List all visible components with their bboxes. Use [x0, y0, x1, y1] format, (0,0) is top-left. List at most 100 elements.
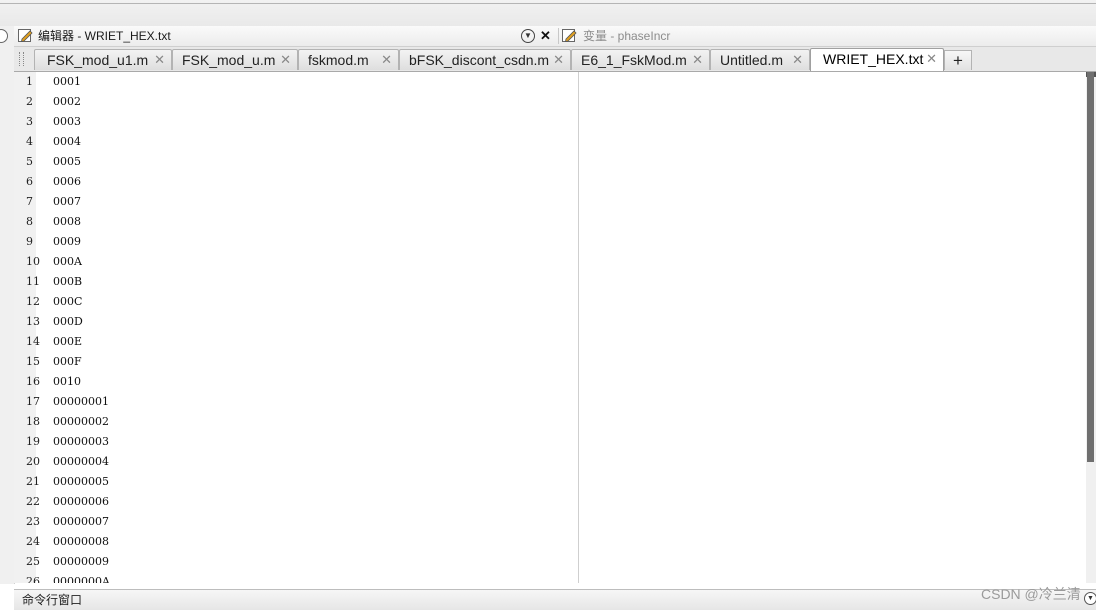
- line-text: 0006: [53, 175, 81, 188]
- code-line[interactable]: 19 00000003: [14, 432, 574, 452]
- line-text: 0008: [53, 215, 81, 228]
- tab-fsk-mod-u1[interactable]: FSK_mod_u1.m ✕: [34, 49, 172, 70]
- tab-close-icon[interactable]: ✕: [926, 49, 937, 69]
- code-line[interactable]: 21 00000005: [14, 472, 574, 492]
- code-line[interactable]: 6 0006: [14, 172, 574, 192]
- tab-label: bFSK_discont_csdn.m: [409, 52, 550, 68]
- line-number: 5: [26, 155, 33, 168]
- code-line[interactable]: 9 0009: [14, 232, 574, 252]
- code-line[interactable]: 24 00000008: [14, 532, 574, 552]
- code-line[interactable]: 14 000E: [14, 332, 574, 352]
- line-text: 0002: [53, 95, 81, 108]
- code-line[interactable]: 20 00000004: [14, 452, 574, 472]
- line-number: 15: [26, 355, 40, 368]
- line-text: 00000005: [53, 475, 109, 488]
- line-text: 00000006: [53, 495, 109, 508]
- line-number: 12: [26, 295, 40, 308]
- close-icon[interactable]: ✕: [540, 26, 551, 46]
- line-number: 6: [26, 175, 33, 188]
- code-line[interactable]: 15 000F: [14, 352, 574, 372]
- code-line[interactable]: 1 0001: [14, 72, 574, 92]
- tab-bfsk-discont-csdn[interactable]: bFSK_discont_csdn.m ✕: [399, 49, 571, 70]
- tab-label: WRIET_HEX.txt: [823, 51, 924, 67]
- tab-close-icon[interactable]: ✕: [692, 50, 703, 70]
- code-line[interactable]: 12 000C: [14, 292, 574, 312]
- code-line[interactable]: 26 0000000A: [14, 572, 574, 583]
- code-line[interactable]: 23 00000007: [14, 512, 574, 532]
- line-number: 13: [26, 315, 40, 328]
- tab-fskmod[interactable]: fskmod.m ✕: [298, 49, 399, 70]
- code-line[interactable]: 16 0010: [14, 372, 574, 392]
- vertical-scrollbar[interactable]: [1086, 72, 1096, 583]
- code-line[interactable]: 2 0002: [14, 92, 574, 112]
- code-line[interactable]: 25 00000009: [14, 552, 574, 572]
- line-number: 2: [26, 95, 33, 108]
- line-number: 4: [26, 135, 33, 148]
- code-line[interactable]: 22 00000006: [14, 492, 574, 512]
- line-text: 0000000A: [53, 575, 110, 583]
- line-text: 000F: [53, 355, 82, 368]
- line-text: 0009: [53, 235, 81, 248]
- code-line[interactable]: 11 000B: [14, 272, 574, 292]
- top-toolbar-strip: [0, 0, 1096, 27]
- variables-title[interactable]: 变量 - phaseIncr: [583, 26, 670, 46]
- tab-fsk-mod-u[interactable]: FSK_mod_u.m ✕: [172, 49, 298, 70]
- tab-close-icon[interactable]: ✕: [792, 50, 803, 70]
- line-number: 9: [26, 235, 33, 248]
- code-line[interactable]: 8 0008: [14, 212, 574, 232]
- line-text: 0004: [53, 135, 81, 148]
- code-line[interactable]: 7 0007: [14, 192, 574, 212]
- tab-wriet-hex[interactable]: WRIET_HEX.txt ✕: [810, 48, 944, 71]
- line-number: 1: [26, 75, 33, 88]
- command-window-title[interactable]: 命令行窗口: [22, 590, 82, 610]
- chevron-down-icon[interactable]: ▼: [521, 29, 535, 43]
- tab-close-icon[interactable]: ✕: [381, 50, 392, 70]
- line-number: 23: [26, 515, 40, 528]
- line-text: 0010: [53, 375, 81, 388]
- line-text: 0007: [53, 195, 81, 208]
- line-number: 25: [26, 555, 40, 568]
- tab-bar-grip[interactable]: [19, 52, 24, 66]
- code-line[interactable]: 10 000A: [14, 252, 574, 272]
- watermark: CSDN @冷兰清: [981, 586, 1081, 602]
- line-text: 00000002: [53, 415, 109, 428]
- tab-e6-1-fskmod[interactable]: E6_1_FskMod.m ✕: [571, 49, 710, 70]
- tab-label: FSK_mod_u.m: [182, 52, 276, 68]
- left-panel-edge: [0, 26, 15, 584]
- scrollbar-thumb[interactable]: [1087, 72, 1094, 462]
- line-number: 10: [26, 255, 40, 268]
- line-number: 3: [26, 115, 33, 128]
- line-text: 000D: [53, 315, 83, 328]
- variable-editor-icon: [562, 29, 577, 43]
- code-line[interactable]: 4 0004: [14, 132, 574, 152]
- editor-titlebar: 编辑器 - WRIET_HEX.txt ▼ ✕ 变量 - phaseIncr: [14, 26, 1096, 47]
- tab-close-icon[interactable]: ✕: [280, 50, 291, 70]
- line-text: 0001: [53, 75, 81, 88]
- line-number: 7: [26, 195, 33, 208]
- tab-label: Untitled.m: [720, 52, 784, 68]
- editor-lines: 1 0001 2 0002 3 0003 4 0004 5 0005 6 0006 7 0007 8 0008…: [14, 72, 574, 583]
- editor-text-area[interactable]: 1 0001 2 0002 3 0003 4 0004 5 0005 6 0006 7 0007 8 0008…: [14, 72, 1086, 583]
- line-number: 18: [26, 415, 40, 428]
- tab-untitled[interactable]: Untitled.m ✕: [710, 49, 810, 70]
- add-tab-button[interactable]: +: [944, 50, 972, 70]
- editor-tab-bar: FSK_mod_u1.m ✕ FSK_mod_u.m ✕ fskmod.m ✕ …: [14, 47, 1096, 72]
- line-text: 00000008: [53, 535, 109, 548]
- line-number: 24: [26, 535, 40, 548]
- code-line[interactable]: 3 0003: [14, 112, 574, 132]
- line-text: 0005: [53, 155, 81, 168]
- line-number: 16: [26, 375, 40, 388]
- tab-close-icon[interactable]: ✕: [154, 50, 165, 70]
- line-text: 0003: [53, 115, 81, 128]
- line-number: 22: [26, 495, 40, 508]
- line-text: 000E: [53, 335, 83, 348]
- code-line[interactable]: 5 0005: [14, 152, 574, 172]
- chevron-down-icon[interactable]: ▼: [1084, 592, 1096, 605]
- left-panel-dropdown-icon[interactable]: [0, 29, 8, 43]
- code-line[interactable]: 17 00000001: [14, 392, 574, 412]
- edit-pencil-icon: [18, 29, 33, 43]
- code-line[interactable]: 18 00000002: [14, 412, 574, 432]
- tab-close-icon[interactable]: ✕: [553, 50, 564, 70]
- code-line[interactable]: 13 000D: [14, 312, 574, 332]
- tab-label: fskmod.m: [308, 52, 369, 68]
